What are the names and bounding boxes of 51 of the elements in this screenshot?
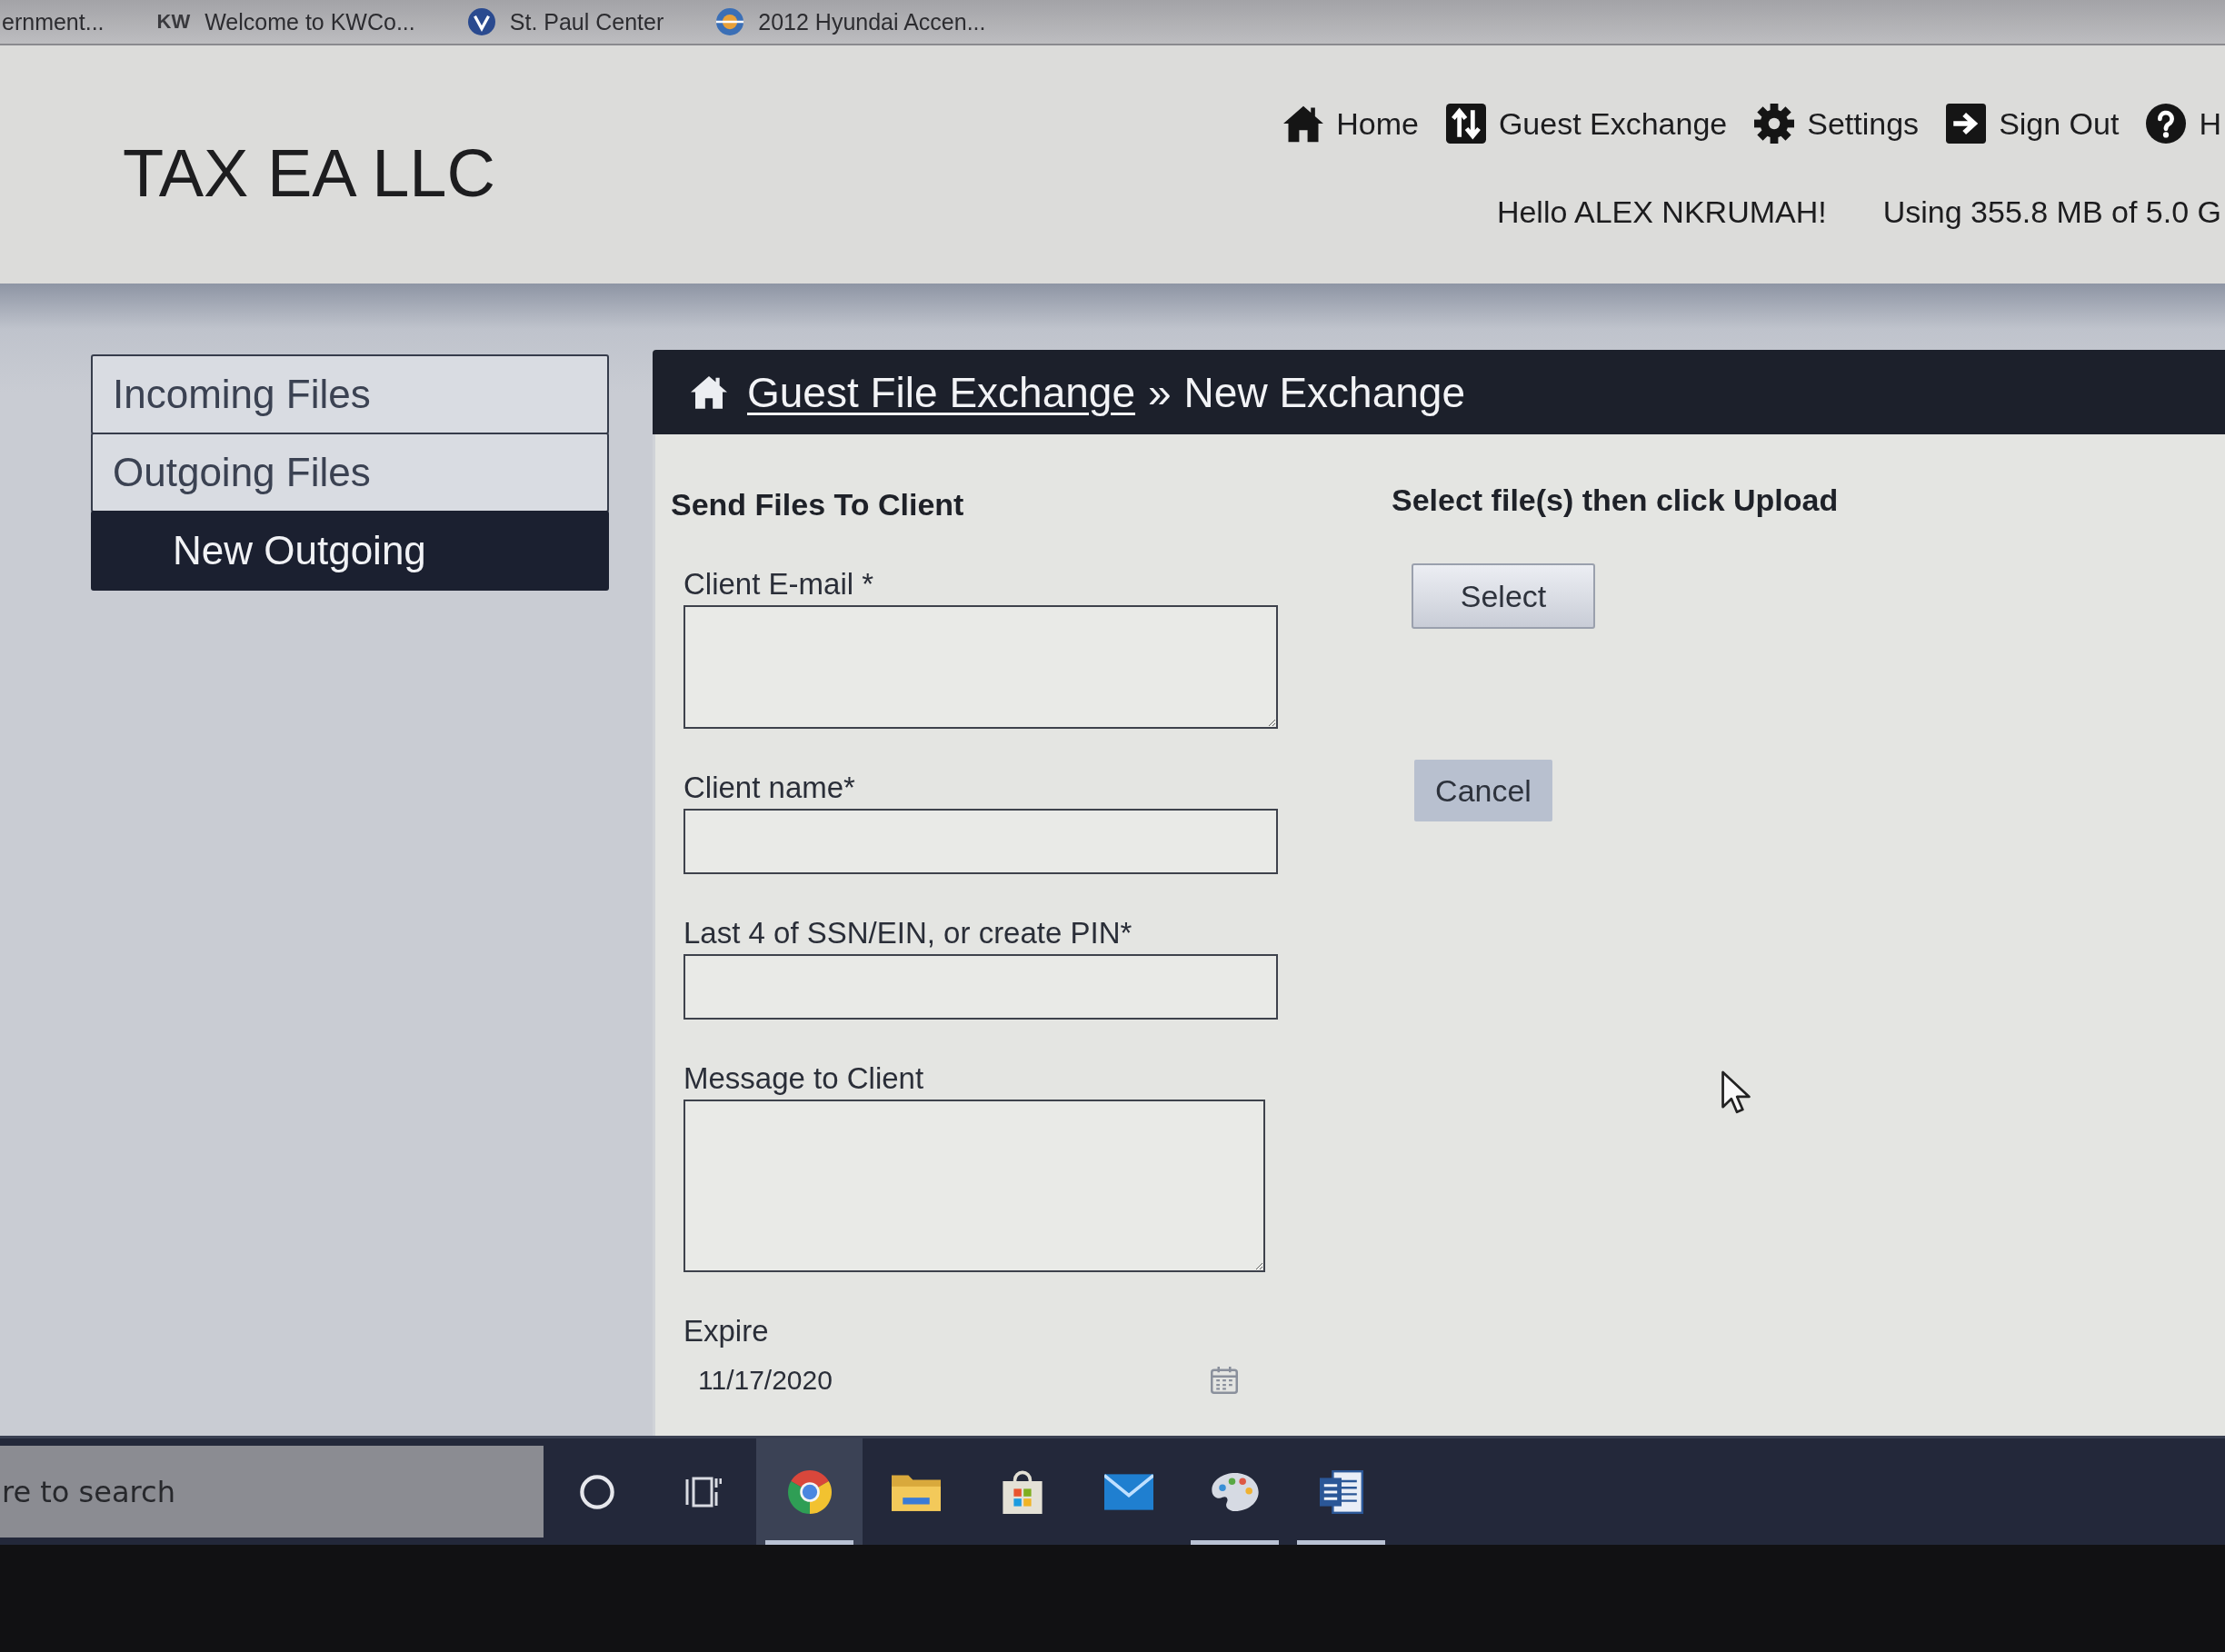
taskbar-button[interactable] xyxy=(756,1438,863,1545)
breadcrumb-link[interactable]: Guest File Exchange xyxy=(747,367,1135,417)
sidebar-item[interactable]: Outgoing Files xyxy=(91,433,609,513)
search-field[interactable]: re to search xyxy=(0,1446,544,1538)
home-icon xyxy=(691,375,727,409)
ring-icon xyxy=(578,1474,615,1509)
bookmark-link[interactable]: 2012 Hyundai Accen... xyxy=(716,8,986,35)
settings-icon xyxy=(1754,104,1795,144)
breadcrumb-current: New Exchange xyxy=(1183,367,1465,417)
bookmark-link[interactable]: St. Paul Center xyxy=(467,8,664,35)
input-field[interactable] xyxy=(683,954,1278,1020)
section-heading: Send Files To Client xyxy=(671,486,965,522)
field-label: Client name* xyxy=(683,770,855,806)
cancel-button[interactable]: Cancel xyxy=(1414,760,1552,821)
palette-icon xyxy=(1210,1472,1260,1511)
section-heading: Select file(s) then click Upload xyxy=(1392,482,1839,518)
sidebar-item[interactable]: Incoming Files xyxy=(91,354,609,434)
textarea-field[interactable] xyxy=(683,605,1278,729)
textarea-field[interactable] xyxy=(683,1100,1265,1272)
browser-icon xyxy=(787,1469,832,1514)
document-icon xyxy=(1319,1469,1363,1514)
round-emblem-icon xyxy=(716,8,744,35)
select-button[interactable]: Select xyxy=(1412,563,1595,629)
favicon-text: KW xyxy=(156,10,191,34)
field-label: Last 4 of SSN/EIN, or create PIN* xyxy=(683,915,1132,951)
shopping-bag-icon xyxy=(1000,1469,1044,1514)
nav-link[interactable]: Sign Out xyxy=(1946,104,2120,144)
field-label: Client E-mail * xyxy=(683,566,874,602)
up-down-arrows-icon xyxy=(1445,104,1486,144)
v-circle-icon xyxy=(467,8,495,35)
nav-link[interactable]: Settings xyxy=(1754,104,1920,144)
field-label: Message to Client xyxy=(683,1060,924,1097)
sign-out-icon xyxy=(1946,104,1987,144)
logo-text: TAX EA LLC xyxy=(123,134,495,212)
breadcrumb-separator: » xyxy=(1148,367,1172,417)
sidebar-item[interactable]: New Outgoing xyxy=(91,511,609,591)
input-field[interactable] xyxy=(683,809,1278,874)
date-field[interactable]: 11/17/2020 xyxy=(683,1359,1278,1401)
home-icon xyxy=(1283,104,1324,144)
calendar-icon xyxy=(1211,1367,1238,1394)
field-label: Expire xyxy=(683,1313,769,1349)
storage-usage-text: Using 355.8 MB of 5.0 G xyxy=(1882,194,2221,230)
greeting-text: Hello ALEX NKRUMAH! xyxy=(1496,194,1827,230)
mouse-pointer-icon xyxy=(1721,1070,1751,1114)
nav-link[interactable]: H xyxy=(2146,104,2221,144)
nav-link[interactable]: Home xyxy=(1283,104,1419,144)
bookmark-link[interactable]: KW Welcome to KWCo... xyxy=(156,8,415,35)
envelope-icon xyxy=(1103,1472,1153,1511)
help-icon xyxy=(2146,104,2187,144)
nav-link[interactable]: Guest Exchange xyxy=(1445,104,1728,144)
bookmark-link[interactable]: ernment... xyxy=(2,8,105,35)
